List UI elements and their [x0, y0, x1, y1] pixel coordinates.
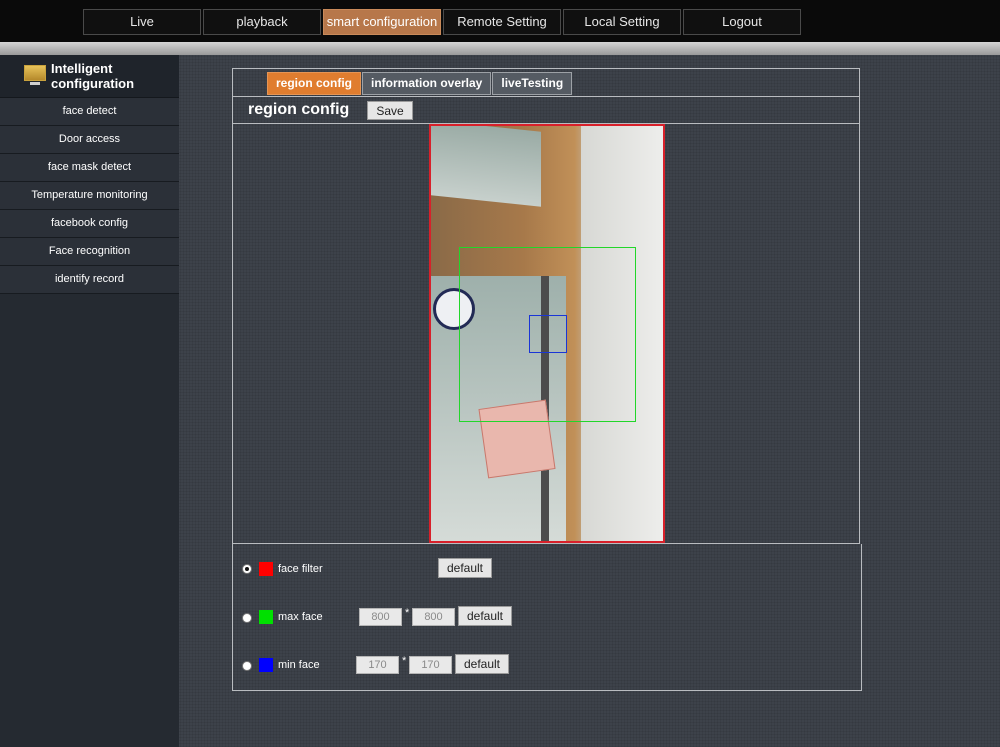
sidebar-item-temperature-monitoring[interactable]: Temperature monitoring — [0, 182, 179, 210]
max-face-label: max face — [278, 611, 323, 623]
tab-live-testing[interactable]: liveTesting — [492, 72, 573, 95]
sidebar: Intelligent configuration face detect Do… — [0, 55, 179, 747]
nav-local-setting[interactable]: Local Setting — [563, 9, 681, 35]
sidebar-item-identify-record[interactable]: identify record — [0, 266, 179, 294]
max-face-separator: * — [405, 607, 410, 619]
min-face-default-button[interactable]: default — [455, 654, 509, 674]
min-face-label: min face — [278, 659, 320, 671]
tab-information-overlay[interactable]: information overlay — [362, 72, 492, 95]
title-row: region config Save — [233, 97, 859, 124]
max-face-swatch — [259, 610, 273, 624]
tab-region-config[interactable]: region config — [267, 72, 361, 95]
sidebar-item-face-mask-detect[interactable]: face mask detect — [0, 154, 179, 182]
sidebar-item-face-recognition[interactable]: Face recognition — [0, 238, 179, 266]
page-title: region config — [248, 101, 350, 118]
sidebar-title: Intelligent configuration — [51, 61, 135, 91]
nav-live[interactable]: Live — [83, 9, 201, 35]
sidebar-item-facebook-config[interactable]: facebook config — [0, 210, 179, 238]
save-button[interactable]: Save — [367, 101, 413, 120]
face-filter-swatch — [259, 562, 273, 576]
tab-bar: region config information overlay liveTe… — [233, 69, 859, 97]
nav-smart-configuration[interactable]: smart configuration — [323, 9, 441, 35]
nav-logout[interactable]: Logout — [683, 9, 801, 35]
face-filter-default-button[interactable]: default — [438, 558, 492, 578]
max-face-width-input[interactable] — [359, 608, 402, 626]
nav-playback[interactable]: playback — [203, 9, 321, 35]
min-face-region[interactable] — [529, 315, 567, 353]
face-filter-radio[interactable] — [242, 564, 252, 574]
sidebar-item-face-detect[interactable]: face detect — [0, 98, 179, 126]
min-face-swatch — [259, 658, 273, 672]
header-divider-strip — [0, 42, 1000, 55]
face-size-controls: face filter default max face * default m… — [232, 544, 862, 691]
max-face-default-button[interactable]: default — [458, 606, 512, 626]
face-filter-label: face filter — [278, 563, 323, 575]
sidebar-header: Intelligent configuration — [0, 55, 179, 98]
max-face-height-input[interactable] — [412, 608, 455, 626]
min-face-radio[interactable] — [242, 661, 252, 671]
preview-window-glass — [431, 126, 541, 207]
nav-remote-setting[interactable]: Remote Setting — [443, 9, 561, 35]
sidebar-item-door-access[interactable]: Door access — [0, 126, 179, 154]
max-face-radio[interactable] — [242, 613, 252, 623]
min-face-separator: * — [402, 655, 407, 667]
monitor-icon — [24, 65, 46, 87]
min-face-height-input[interactable] — [409, 656, 452, 674]
main-nav: Live playback smart configuration Remote… — [83, 9, 803, 35]
min-face-width-input[interactable] — [356, 656, 399, 674]
top-bar: Live playback smart configuration Remote… — [0, 0, 1000, 42]
